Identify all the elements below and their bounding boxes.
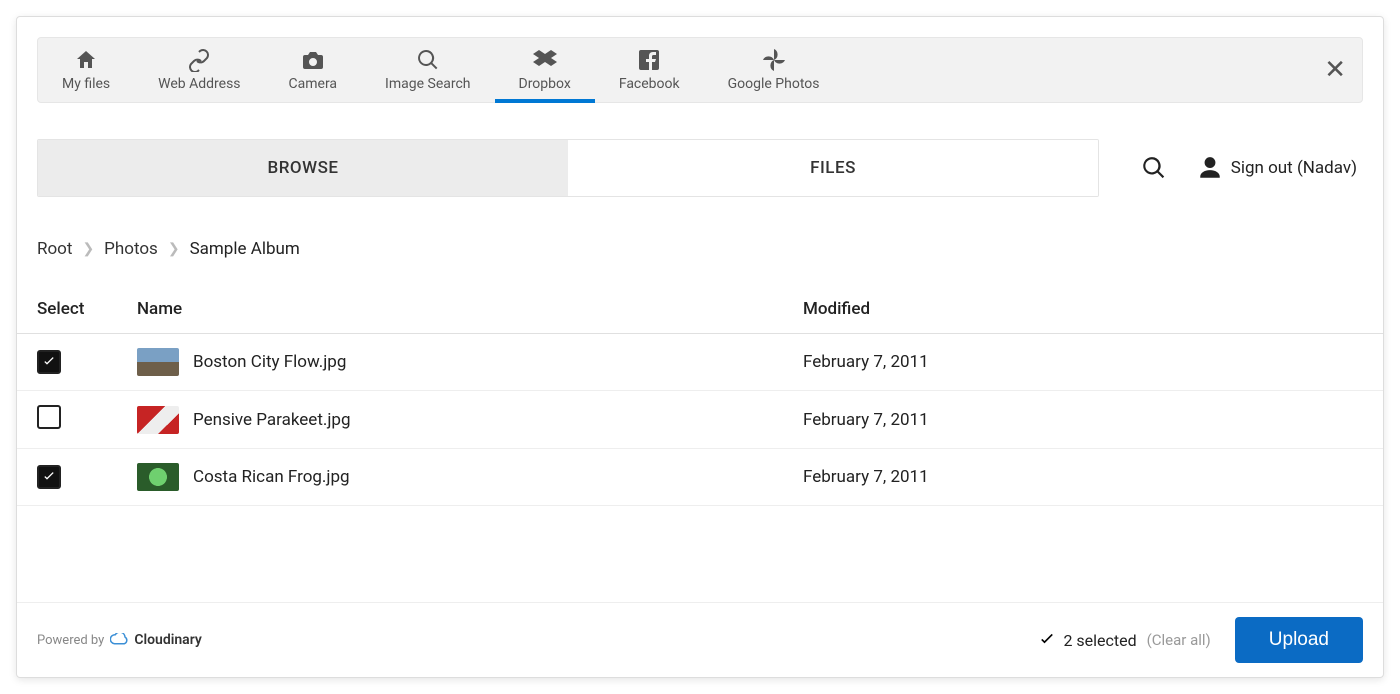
brand-name: Cloudinary: [134, 632, 202, 648]
source-tab-label: Dropbox: [519, 76, 571, 92]
subtabs: BROWSE FILES: [37, 139, 1099, 197]
table-row[interactable]: Boston City Flow.jpg February 7, 2011: [17, 334, 1383, 391]
source-tab-label: Facebook: [619, 76, 680, 92]
source-tabs: My files Web Address Camera Image Search…: [37, 37, 1363, 103]
file-name: Boston City Flow.jpg: [193, 352, 346, 372]
col-select: Select: [37, 299, 137, 319]
upload-button[interactable]: Upload: [1235, 617, 1363, 663]
file-name: Pensive Parakeet.jpg: [193, 410, 351, 430]
subnav: BROWSE FILES Sign out (Nadav): [37, 139, 1363, 197]
chevron-right-icon: ❯: [82, 241, 94, 257]
chevron-right-icon: ❯: [168, 241, 180, 257]
source-tab-myfiles[interactable]: My files: [38, 38, 134, 102]
googlephotos-icon: [762, 48, 786, 72]
source-tab-label: Web Address: [158, 76, 240, 92]
col-name: Name: [137, 299, 803, 319]
file-thumbnail: [137, 463, 179, 491]
file-modified: February 7, 2011: [803, 352, 1363, 372]
source-tab-camera[interactable]: Camera: [265, 38, 362, 102]
upload-widget: My files Web Address Camera Image Search…: [16, 16, 1384, 678]
clear-all-link[interactable]: (Clear all): [1147, 631, 1211, 649]
source-tab-dropbox[interactable]: Dropbox: [495, 38, 595, 102]
search-icon[interactable]: [1141, 155, 1167, 181]
file-modified: February 7, 2011: [803, 467, 1363, 487]
file-thumbnail: [137, 348, 179, 376]
file-name: Costa Rican Frog.jpg: [193, 467, 350, 487]
checkbox[interactable]: [37, 350, 61, 374]
breadcrumb: Root ❯ Photos ❯ Sample Album: [37, 239, 1363, 259]
close-icon[interactable]: ✕: [1324, 57, 1346, 83]
source-tab-label: Image Search: [385, 76, 470, 92]
checkbox[interactable]: [37, 405, 61, 429]
facebook-icon: [637, 48, 661, 72]
source-tab-label: Camera: [289, 76, 338, 92]
file-thumbnail: [137, 406, 179, 434]
table-row[interactable]: Costa Rican Frog.jpg February 7, 2011: [17, 449, 1383, 506]
crumb-root[interactable]: Root: [37, 239, 72, 259]
source-tab-imagesearch[interactable]: Image Search: [361, 38, 494, 102]
table-header: Select Name Modified: [17, 285, 1383, 334]
camera-icon: [301, 48, 325, 72]
source-tab-label: My files: [62, 76, 110, 92]
col-modified: Modified: [803, 299, 1363, 319]
table-row[interactable]: Pensive Parakeet.jpg February 7, 2011: [17, 391, 1383, 449]
powered-by: Powered by Cloudinary: [37, 632, 202, 648]
selected-text: 2 selected: [1063, 631, 1136, 650]
crumb-current: Sample Album: [190, 239, 300, 259]
file-table: Select Name Modified Boston City Flow.jp…: [17, 285, 1383, 602]
selected-count: 2 selected: [1037, 630, 1136, 650]
source-tab-googlephotos[interactable]: Google Photos: [704, 38, 844, 102]
home-icon: [74, 48, 98, 72]
source-tab-facebook[interactable]: Facebook: [595, 38, 704, 102]
subtab-browse[interactable]: BROWSE: [38, 140, 568, 196]
file-modified: February 7, 2011: [803, 410, 1363, 430]
source-tab-webaddress[interactable]: Web Address: [134, 38, 264, 102]
check-icon: [1037, 630, 1057, 650]
powered-label: Powered by: [37, 633, 104, 648]
subtab-files[interactable]: FILES: [568, 140, 1098, 196]
link-icon: [187, 48, 211, 72]
cloudinary-icon: [110, 633, 128, 647]
signout-label: Sign out (Nadav): [1231, 158, 1357, 178]
user-icon: [1197, 155, 1223, 181]
search-icon: [416, 48, 440, 72]
crumb-photos[interactable]: Photos: [104, 239, 158, 259]
dropbox-icon: [533, 48, 557, 72]
signout-link[interactable]: Sign out (Nadav): [1197, 155, 1357, 181]
source-tab-label: Google Photos: [728, 76, 820, 92]
footer: Powered by Cloudinary 2 selected (Clear …: [17, 602, 1383, 677]
checkbox[interactable]: [37, 465, 61, 489]
